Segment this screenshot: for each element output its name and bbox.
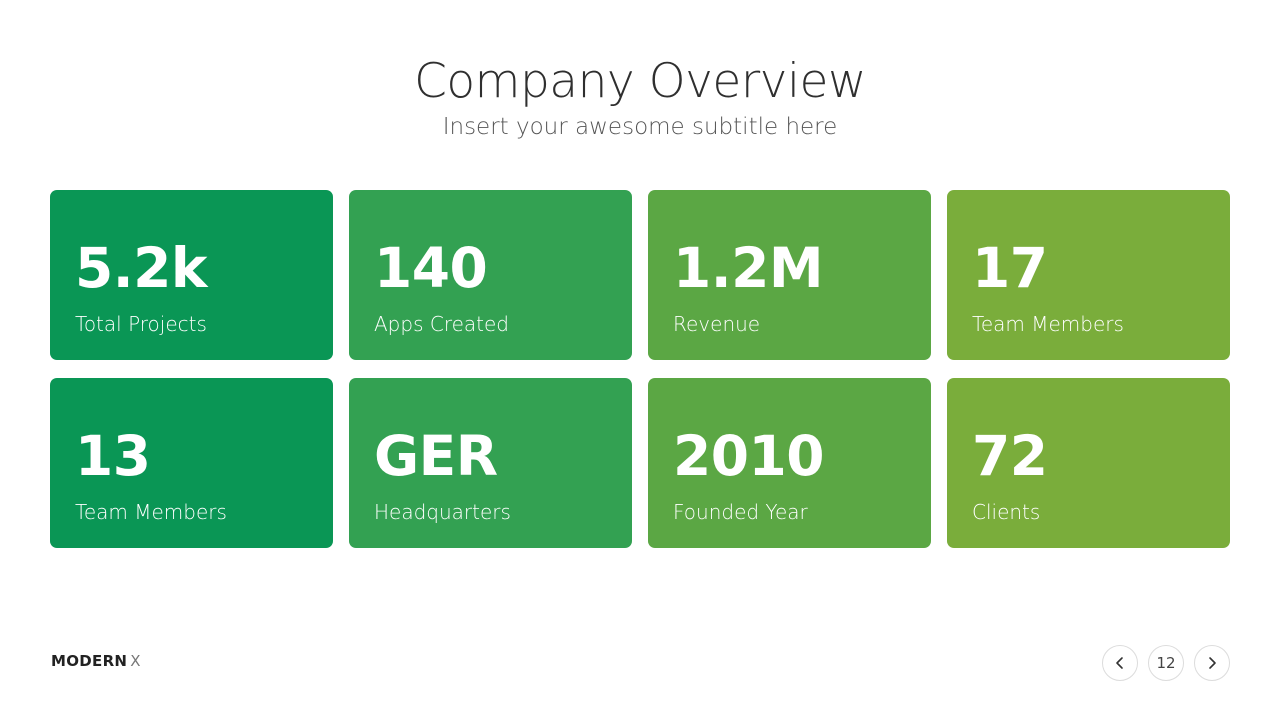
stat-value: 1.2M bbox=[673, 236, 824, 300]
stat-label: Total Projects bbox=[75, 312, 207, 336]
stat-value: GER bbox=[374, 424, 498, 488]
stat-value: 17 bbox=[972, 236, 1048, 300]
stat-label: Apps Created bbox=[374, 312, 509, 336]
stat-card-clients: 72 Clients bbox=[947, 378, 1230, 548]
stat-value: 72 bbox=[972, 424, 1048, 488]
previous-slide-button[interactable] bbox=[1102, 645, 1138, 681]
slide-header: Company Overview Insert your awesome sub… bbox=[0, 52, 1280, 142]
stat-card-team-members-2: 13 Team Members bbox=[50, 378, 333, 548]
stat-value: 140 bbox=[374, 236, 488, 300]
brand-mark: X bbox=[130, 652, 141, 670]
next-slide-button[interactable] bbox=[1194, 645, 1230, 681]
page-subtitle: Insert your awesome subtitle here bbox=[442, 114, 838, 140]
stat-label: Revenue bbox=[673, 312, 761, 336]
stat-card-founded-year: 2010 Founded Year bbox=[648, 378, 931, 548]
stat-label: Founded Year bbox=[673, 500, 808, 524]
stat-label: Clients bbox=[972, 500, 1041, 524]
stat-label: Headquarters bbox=[374, 500, 511, 524]
stat-value: 2010 bbox=[673, 424, 825, 488]
stat-value: 13 bbox=[75, 424, 151, 488]
brand-name: MODERN bbox=[51, 652, 128, 670]
stat-card-headquarters: GER Headquarters bbox=[349, 378, 632, 548]
stat-value: 5.2k bbox=[75, 236, 208, 300]
stat-card-revenue: 1.2M Revenue bbox=[648, 190, 931, 360]
chevron-right-icon bbox=[1209, 657, 1216, 669]
stats-grid: 5.2k Total Projects 140 Apps Created 1.2… bbox=[50, 190, 1230, 548]
stat-card-apps-created: 140 Apps Created bbox=[349, 190, 632, 360]
brand-logo: MODERN X bbox=[51, 652, 141, 670]
stat-label: Team Members bbox=[75, 500, 227, 524]
chevron-left-icon bbox=[1116, 657, 1123, 669]
page-title: Company Overview bbox=[414, 54, 866, 109]
page-number: 12 bbox=[1148, 645, 1184, 681]
stat-card-total-projects: 5.2k Total Projects bbox=[50, 190, 333, 360]
stat-label: Team Members bbox=[972, 312, 1124, 336]
stat-card-team-members: 17 Team Members bbox=[947, 190, 1230, 360]
